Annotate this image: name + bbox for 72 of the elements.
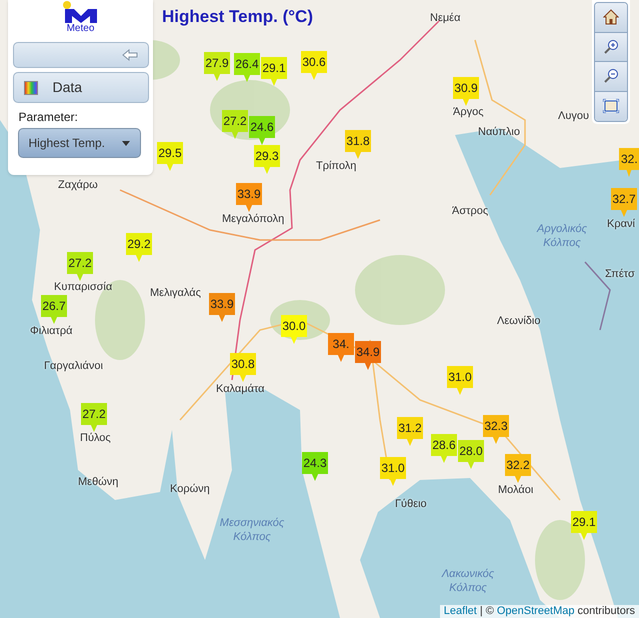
attribution-link[interactable]: Leaflet [444,605,477,618]
place-label: Άργος [453,106,484,119]
parameter-label: Parameter: [18,109,78,126]
temperature-marker[interactable]: 26.7 [41,295,67,324]
place-label: Καλαμάτα [216,383,265,396]
map-title: Highest Temp. (°C) [162,6,313,28]
home-icon [603,9,619,26]
temperature-marker[interactable]: 29.5 [157,142,183,171]
place-label: Πύλος [80,432,111,445]
place-label: Γύθειο [395,498,427,511]
place-label: Τρίπολη [316,160,356,173]
caret-icon [122,140,130,146]
zoom-out-button[interactable] [595,62,627,92]
place-label: Κορώνη [170,483,210,496]
logo-text: Meteo [66,23,94,35]
arrow-left-icon [122,49,138,61]
temperature-marker[interactable]: 30.0 [281,315,307,344]
temperature-marker[interactable]: 29.1 [261,57,287,86]
place-label: Σπέτσ [605,268,635,281]
color-palette-icon [24,80,38,94]
data-button[interactable]: Data [12,72,148,103]
place-label: Νεμέα [430,12,460,25]
place-label: Άστρος [452,205,488,218]
temperature-marker[interactable]: 31.0 [447,366,473,395]
temperature-marker[interactable]: 30.8 [230,353,256,382]
temperature-marker[interactable]: 32.3 [483,415,509,444]
temperature-marker[interactable]: 24.6 [249,116,275,145]
zoom-out-icon [603,68,619,84]
sea-label: Αργολικός Κόλπος [536,222,588,250]
temperature-marker[interactable]: 34.9 [355,341,381,370]
place-label: Κυπαρισσία [54,281,112,294]
attribution-link[interactable]: OpenStreetMap [496,605,575,618]
parameter-select[interactable]: Highest Temp. [18,128,140,158]
place-label: Κρανί [607,218,635,231]
temperature-marker[interactable]: 29.2 [126,233,152,262]
zoom-in-icon [603,38,619,55]
temperature-marker[interactable]: 29.3 [254,145,280,174]
place-label: Ναύπλιο [478,126,520,139]
place-label: Λυγου [558,110,589,123]
temperature-marker[interactable]: 28.0 [458,440,484,469]
temperature-marker[interactable]: 24.3 [302,452,328,481]
temperature-marker[interactable]: 27.2 [81,403,107,432]
temperature-marker[interactable]: 32.2 [505,454,531,483]
attribution-text: contributors [578,605,635,618]
home-button[interactable] [595,3,627,32]
temperature-marker[interactable]: 26.4 [234,53,260,82]
temperature-marker[interactable]: 33.9 [209,293,235,322]
temperature-marker[interactable]: 33.9 [236,183,262,212]
place-label: Μελιγαλάς [150,287,201,300]
sea-label: Μεσσηνιακός Κόλπος [218,516,286,544]
place-label: Λεωνίδιο [497,315,540,328]
attribution-text: | © [480,605,494,618]
zoom-in-button[interactable] [595,32,627,62]
place-label: Ζαχάρω [58,179,98,192]
place-label: Φιλιατρά [30,325,72,338]
temperature-marker[interactable]: 31.0 [380,457,406,486]
frame-icon [603,99,619,114]
sea-label: Λακωνικός Κόλπος [440,567,496,595]
temperature-marker[interactable]: 28.6 [431,434,457,463]
fit-extent-button[interactable] [595,92,627,121]
place-label: Μεθώνη [78,476,118,489]
temperature-marker[interactable]: 34. [328,333,354,362]
temperature-marker[interactable]: 27.2 [67,252,93,281]
temperature-marker[interactable]: 30.9 [453,77,479,106]
temperature-marker[interactable]: 27.9 [204,52,230,81]
temperature-marker[interactable]: 31.2 [397,417,423,446]
place-label: Μολάοι [498,484,534,497]
place-label: Γαργαλιάνοι [44,360,103,373]
temperature-marker[interactable]: 30.6 [301,51,327,80]
logo-icon [62,1,100,23]
temperature-marker[interactable]: 31.8 [345,130,371,159]
place-label: Μεγαλόπολη [222,213,284,226]
